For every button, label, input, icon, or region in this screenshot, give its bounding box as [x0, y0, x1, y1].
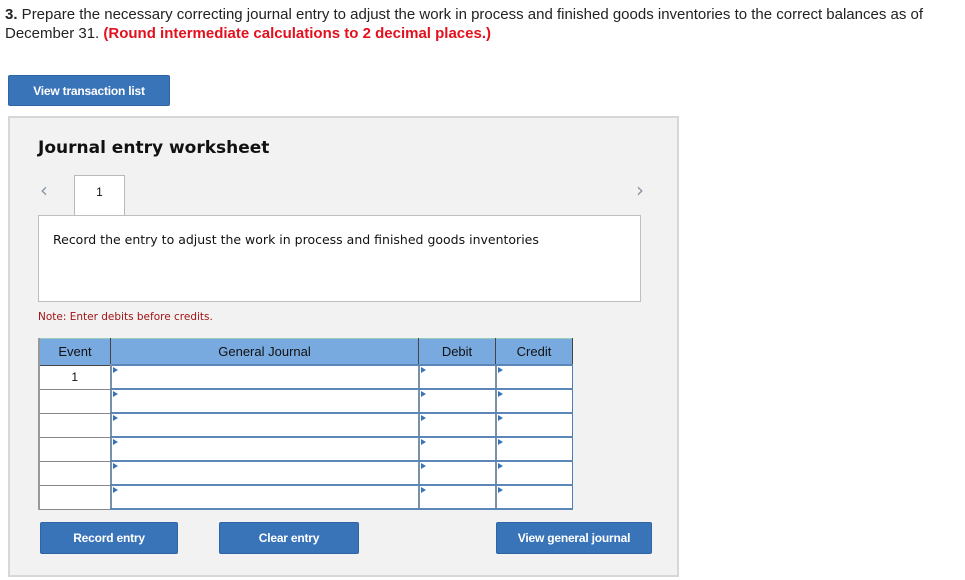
debit-cell: [417, 388, 496, 414]
credit-input[interactable]: [496, 390, 572, 412]
debit-cell: [417, 436, 496, 462]
account-cell: [109, 436, 419, 462]
event-cell: [38, 388, 111, 414]
debit-credit-note: Note: Enter debits before credits.: [38, 311, 213, 323]
credit-cell: [494, 412, 573, 438]
chevron-left-icon[interactable]: ‹: [40, 178, 48, 202]
header-general-journal: General Journal: [110, 338, 419, 366]
table-row: [38, 484, 573, 510]
account-dropdown[interactable]: [111, 414, 418, 436]
record-entry-button[interactable]: Record entry: [40, 522, 178, 554]
tab-label: 1: [96, 185, 103, 199]
debit-cell: [417, 412, 496, 438]
credit-cell: [494, 388, 573, 414]
debit-cell: [417, 460, 496, 486]
header-event: Event: [38, 338, 111, 366]
account-dropdown[interactable]: [111, 462, 418, 484]
question-text: 3. Prepare the necessary correcting jour…: [5, 5, 960, 43]
table-row: [38, 412, 573, 438]
debit-cell: [417, 484, 496, 510]
account-cell: [109, 460, 419, 486]
debit-input[interactable]: [419, 462, 495, 484]
account-cell: [109, 388, 419, 414]
credit-input[interactable]: [496, 366, 572, 388]
account-dropdown[interactable]: [111, 390, 418, 412]
chevron-right-icon[interactable]: ›: [636, 178, 644, 202]
entry-description: Record the entry to adjust the work in p…: [53, 232, 539, 247]
header-credit: Credit: [495, 338, 573, 366]
clear-entry-button[interactable]: Clear entry: [219, 522, 359, 554]
tab-entry-1[interactable]: 1: [74, 175, 125, 215]
table-row: [38, 388, 573, 414]
event-cell: [38, 484, 111, 510]
credit-cell: [494, 460, 573, 486]
rounding-instruction: (Round intermediate calculations to 2 de…: [103, 25, 491, 42]
question-number: 3.: [5, 6, 18, 23]
credit-input[interactable]: [496, 486, 572, 508]
event-cell: 1: [38, 364, 111, 390]
account-dropdown[interactable]: [111, 486, 418, 508]
debit-cell: [417, 364, 496, 390]
table-row: [38, 436, 573, 462]
table-row: [38, 460, 573, 486]
credit-input[interactable]: [496, 462, 572, 484]
entry-description-box: Record the entry to adjust the work in p…: [38, 215, 641, 302]
account-cell: [109, 364, 419, 390]
credit-input[interactable]: [496, 414, 572, 436]
journal-entry-worksheet-panel: Journal entry worksheet ‹ 1 › Record the…: [8, 116, 679, 577]
debit-input[interactable]: [419, 486, 495, 508]
worksheet-title: Journal entry worksheet: [38, 138, 270, 158]
event-cell: [38, 412, 111, 438]
debit-input[interactable]: [419, 414, 495, 436]
event-cell: [38, 436, 111, 462]
account-cell: [109, 412, 419, 438]
view-transaction-list-button[interactable]: View transaction list: [8, 75, 170, 106]
credit-input[interactable]: [496, 438, 572, 460]
debit-input[interactable]: [419, 366, 495, 388]
header-debit: Debit: [418, 338, 496, 366]
view-general-journal-button[interactable]: View general journal: [496, 522, 652, 554]
event-cell: [38, 460, 111, 486]
credit-cell: [494, 436, 573, 462]
table-header-row: Event General Journal Debit Credit: [38, 338, 573, 366]
credit-cell: [494, 364, 573, 390]
journal-table: Event General Journal Debit Credit 1: [38, 338, 573, 510]
account-dropdown[interactable]: [111, 438, 418, 460]
credit-cell: [494, 484, 573, 510]
account-dropdown[interactable]: [111, 366, 418, 388]
table-row: 1: [38, 364, 573, 390]
debit-input[interactable]: [419, 438, 495, 460]
account-cell: [109, 484, 419, 510]
debit-input[interactable]: [419, 390, 495, 412]
